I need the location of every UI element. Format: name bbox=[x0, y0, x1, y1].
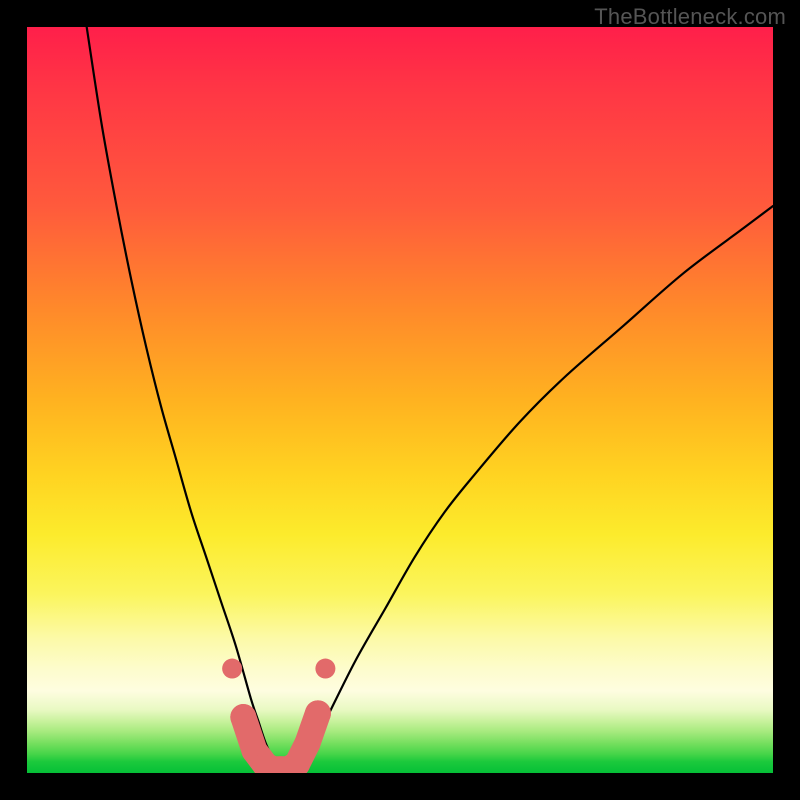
chart-stage: TheBottleneck.com bbox=[0, 0, 800, 800]
curve-svg bbox=[27, 27, 773, 773]
marker-dot bbox=[315, 659, 335, 679]
bead-dot bbox=[295, 730, 321, 756]
watermark-text: TheBottleneck.com bbox=[594, 4, 786, 30]
plot-area bbox=[27, 27, 773, 773]
bead-markers bbox=[230, 700, 331, 773]
dot-markers bbox=[222, 659, 335, 679]
bottleneck-curve bbox=[87, 27, 773, 769]
bead-dot bbox=[305, 700, 331, 726]
bead-dot bbox=[230, 704, 256, 730]
marker-dot bbox=[222, 659, 242, 679]
